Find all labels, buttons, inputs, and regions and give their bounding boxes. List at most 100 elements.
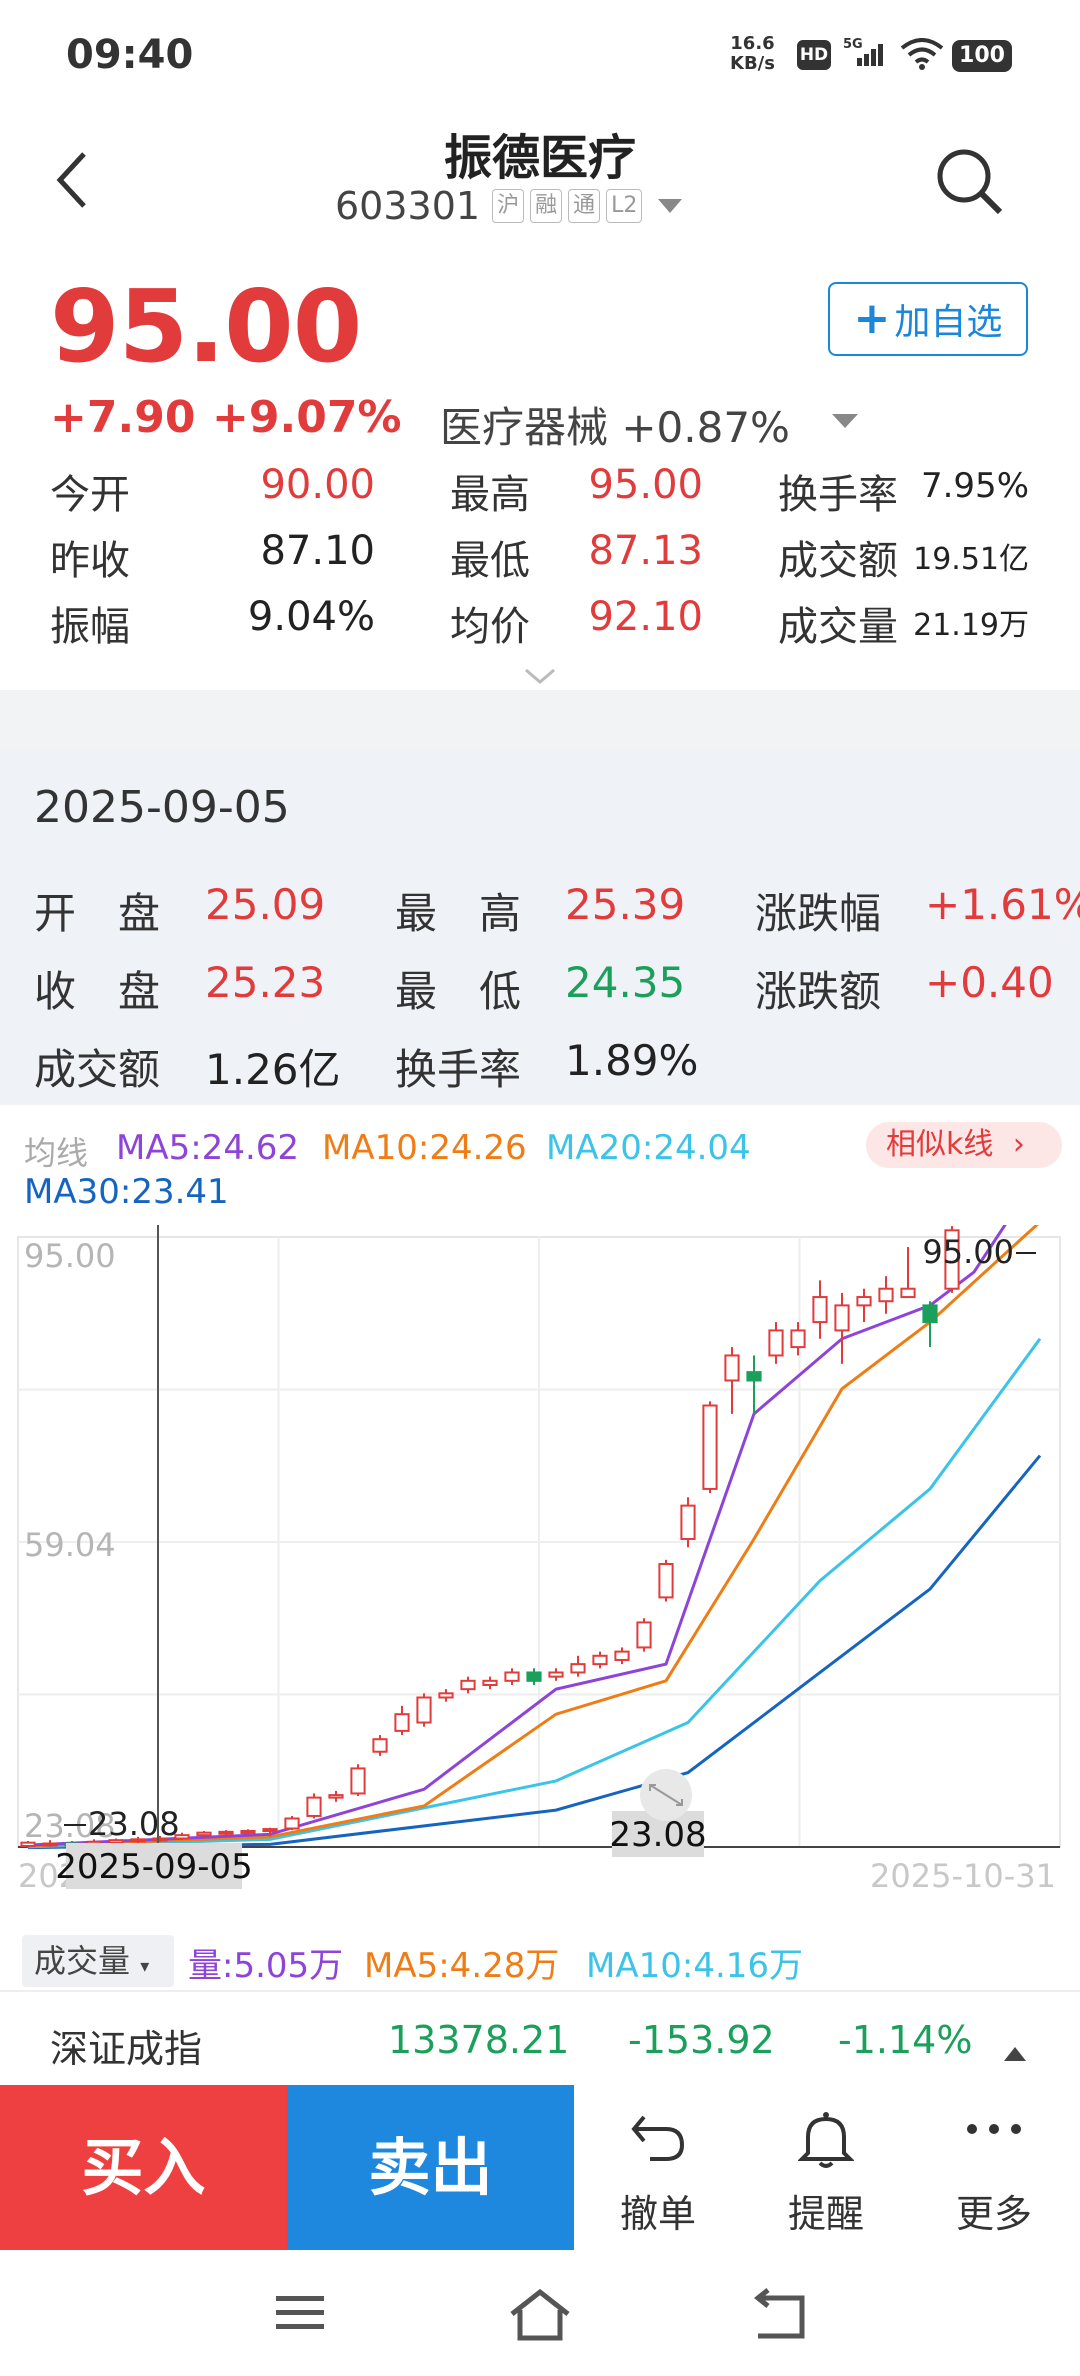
price-change-pct: +9.07% bbox=[212, 392, 402, 443]
volume-indicator-button[interactable]: 成交量 ▾ bbox=[22, 1935, 174, 1987]
ma5-legend: MA5:24.62 bbox=[116, 1128, 300, 1168]
similar-kline-button[interactable]: 相似k线 › bbox=[866, 1122, 1062, 1168]
candle-body bbox=[614, 1650, 630, 1661]
candle-body bbox=[42, 1842, 58, 1847]
candle-body bbox=[592, 1654, 608, 1666]
stat-value: 90.00 bbox=[260, 462, 375, 508]
candle-body bbox=[350, 1767, 366, 1795]
stats-row: 振幅 9.04% 均价 92.10 成交量 21.19万 bbox=[0, 594, 1080, 660]
x-tick-label-end: 2025-10-31 bbox=[870, 1857, 1056, 1895]
candle-body bbox=[372, 1738, 388, 1753]
expand-chevron-icon[interactable] bbox=[522, 666, 558, 690]
detail-value: 25.39 bbox=[565, 880, 686, 929]
candle-body bbox=[196, 1831, 212, 1837]
cancel-order-button[interactable]: 撤单 bbox=[574, 2085, 742, 2250]
wifi-icon bbox=[900, 38, 944, 74]
ma20-legend: MA20:24.04 bbox=[546, 1128, 751, 1168]
detail-label: 成交额 bbox=[34, 1045, 161, 1094]
tag-sh: 沪 bbox=[492, 189, 525, 223]
buy-button[interactable]: 买入 bbox=[0, 2085, 287, 2250]
plus-icon: + bbox=[853, 293, 891, 344]
candle-body bbox=[306, 1796, 322, 1817]
kline-detail-panel: 2025-09-05 开 盘 25.09 最 高 25.39 涨跌幅 +1.61… bbox=[0, 750, 1080, 1105]
network-label: 5G bbox=[843, 37, 863, 52]
index-change: -153.92 bbox=[628, 2018, 775, 2062]
detail-label: 最 低 bbox=[395, 967, 522, 1016]
undo-icon bbox=[628, 2109, 688, 2169]
detail-date: 2025-09-05 bbox=[34, 782, 290, 833]
y-tick-label: 59.04 bbox=[24, 1526, 116, 1564]
caret-up-icon[interactable] bbox=[1002, 2028, 1028, 2072]
add-watchlist-button[interactable]: + 加自选 bbox=[828, 282, 1028, 356]
back-nav-icon[interactable] bbox=[748, 2288, 808, 2348]
stat-value: 9.04% bbox=[247, 594, 375, 640]
candle-body bbox=[922, 1304, 938, 1324]
search-icon[interactable] bbox=[934, 146, 1004, 220]
candle-body bbox=[746, 1371, 762, 1382]
speed-value: 16.6 bbox=[730, 33, 775, 54]
stock-header: 振德医疗 603301 沪 融 通 L2 bbox=[0, 110, 1080, 240]
stat-value: 92.10 bbox=[588, 594, 703, 640]
detail-value: 25.23 bbox=[205, 958, 326, 1007]
network-speed: 16.6 KB/s bbox=[730, 34, 775, 74]
detail-value: +1.61% bbox=[925, 880, 1080, 929]
candle-body bbox=[878, 1287, 894, 1303]
candle-body bbox=[284, 1817, 300, 1830]
stat-label: 换手率 bbox=[778, 472, 898, 518]
chevron-down-icon[interactable] bbox=[832, 414, 858, 428]
candle-body bbox=[394, 1713, 410, 1732]
detail-label: 换手率 bbox=[395, 1045, 522, 1094]
alert-label: 提醒 bbox=[787, 2192, 864, 2236]
kline-chart-svg[interactable]: 95.0059.0423.082025 2025-10-31 95.0023.08… bbox=[0, 1063, 1080, 1925]
more-label: 更多 bbox=[955, 2192, 1032, 2236]
stat-label: 最低 bbox=[450, 538, 530, 584]
stat-value: 19.51亿 bbox=[913, 542, 1029, 577]
stat-value: 7.95% bbox=[920, 466, 1029, 506]
candle-body bbox=[768, 1329, 784, 1357]
kline-chart[interactable]: 95.00 59.04 23.08 2025 2025-10-31 95.00 23.08… bbox=[0, 1063, 1080, 1929]
min-price-marker: 23.08 bbox=[88, 1805, 180, 1843]
more-dots-icon bbox=[962, 2109, 1026, 2163]
cancel-order-label: 撤单 bbox=[619, 2192, 696, 2236]
stat-value: 87.13 bbox=[588, 528, 703, 574]
stat-label: 成交量 bbox=[778, 604, 898, 650]
menu-icon[interactable] bbox=[272, 2288, 328, 2342]
candle-body bbox=[548, 1671, 564, 1678]
candle-body bbox=[416, 1696, 432, 1724]
tag-margin: 融 bbox=[530, 189, 563, 223]
add-watchlist-label: 加自选 bbox=[894, 302, 1003, 343]
stat-value: 95.00 bbox=[588, 462, 703, 508]
chevron-down-icon[interactable] bbox=[658, 199, 683, 213]
candle-body bbox=[240, 1829, 256, 1834]
candle-body bbox=[526, 1671, 542, 1682]
candle-body bbox=[218, 1830, 234, 1835]
volume-value: 量:5.05万 bbox=[188, 1946, 344, 1986]
candle-body bbox=[438, 1692, 454, 1699]
candle-body bbox=[20, 1841, 36, 1847]
price-change: +7.90 bbox=[50, 392, 196, 443]
detail-label: 收 盘 bbox=[34, 967, 161, 1016]
detail-label: 开 盘 bbox=[34, 889, 161, 938]
stat-label: 成交额 bbox=[778, 538, 898, 584]
more-button[interactable]: 更多 bbox=[910, 2085, 1078, 2250]
stat-label: 均价 bbox=[450, 604, 530, 650]
candle-body bbox=[834, 1304, 850, 1332]
bell-icon bbox=[797, 2109, 855, 2173]
stock-name: 振德医疗 bbox=[443, 130, 636, 186]
alert-button[interactable]: 提醒 bbox=[742, 2085, 910, 2250]
caret-down-icon: ▾ bbox=[140, 1956, 150, 1977]
candle-body bbox=[900, 1287, 916, 1299]
stock-code-row[interactable]: 603301 沪 融 通 L2 bbox=[335, 184, 683, 228]
candle-body bbox=[482, 1679, 498, 1686]
index-ticker[interactable]: 深证成指 13378.21 -153.92 -1.14% bbox=[0, 1990, 1080, 2085]
sector-change[interactable]: 医疗器械 +0.87% bbox=[440, 394, 790, 455]
candle-body bbox=[636, 1621, 652, 1649]
stock-code: 603301 bbox=[335, 184, 481, 228]
candle-body bbox=[262, 1828, 278, 1833]
home-icon[interactable] bbox=[508, 2288, 572, 2348]
sell-button[interactable]: 卖出 bbox=[287, 2085, 574, 2250]
y-tick-label: 95.00 bbox=[24, 1237, 116, 1275]
stat-label: 最高 bbox=[450, 472, 530, 518]
ma30-legend: MA30:23.41 bbox=[24, 1172, 229, 1212]
signal-icon: 5G bbox=[843, 36, 889, 74]
